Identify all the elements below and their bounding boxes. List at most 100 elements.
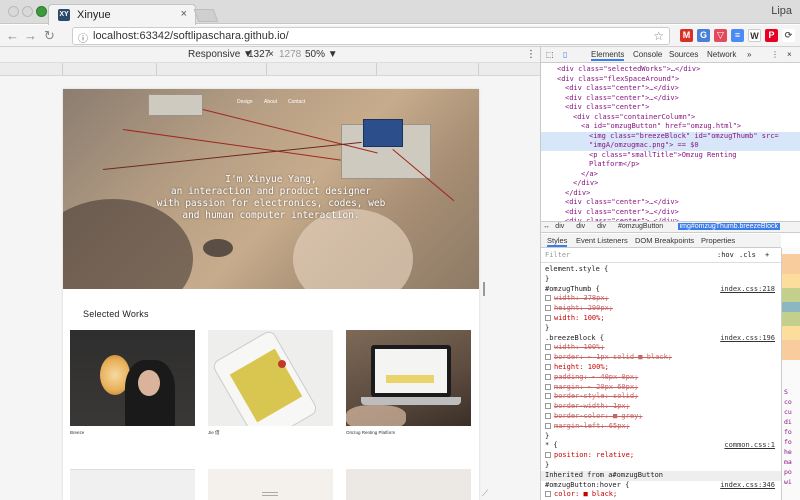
- declaration-checkbox[interactable]: [545, 393, 551, 400]
- declaration-checkbox[interactable]: [545, 364, 551, 370]
- css-declaration[interactable]: width: 100%;: [545, 314, 605, 324]
- next-work-thumbnail[interactable]: [70, 469, 195, 500]
- hov-toggle[interactable]: :hov: [717, 251, 734, 261]
- nav-about[interactable]: About: [264, 99, 277, 105]
- tab-sources[interactable]: Sources: [669, 50, 698, 59]
- css-declaration[interactable]: margin: ▸ 20px 60px;: [545, 383, 638, 393]
- dom-node[interactable]: <div class="center">…</div>: [541, 198, 800, 208]
- pocket-icon[interactable]: ▽: [714, 29, 727, 42]
- work-caption[interactable]: Jie 借: [208, 430, 333, 436]
- back-arrow-icon[interactable]: ←: [6, 28, 19, 43]
- css-declaration[interactable]: border-style: solid;: [545, 392, 638, 402]
- computed-property-label[interactable]: cu: [784, 408, 792, 416]
- css-declaration[interactable]: border-width: 1px;: [545, 402, 630, 412]
- css-declaration[interactable]: width: 378px;: [545, 294, 609, 304]
- breadcrumb-item[interactable]: #omzugButton: [618, 223, 663, 230]
- css-declaration[interactable]: padding: ▸ 40px 0px;: [545, 373, 638, 383]
- declaration-checkbox[interactable]: [545, 295, 551, 302]
- dom-node[interactable]: <div class="center">…</div>: [541, 94, 800, 104]
- work-card-jie[interactable]: Jie 借: [208, 330, 333, 436]
- nav-design[interactable]: Design: [237, 99, 253, 105]
- dom-node[interactable]: "imgA/omzugmac.png"> == $0: [541, 141, 800, 151]
- sync-icon[interactable]: ⟳: [782, 29, 795, 42]
- docs-icon[interactable]: ≡: [731, 29, 744, 42]
- browser-tab[interactable]: XY Xinyue ×: [48, 4, 196, 25]
- nav-contact[interactable]: Contact: [288, 99, 305, 105]
- dom-node[interactable]: <div class="flexSpaceAround">: [541, 75, 800, 85]
- new-rule-button[interactable]: +: [765, 251, 769, 261]
- viewport-height[interactable]: 1278: [279, 49, 301, 60]
- css-selector[interactable]: #omzugButton:hover {: [545, 481, 629, 491]
- declaration-checkbox[interactable]: [545, 491, 551, 498]
- device-toggle-icon[interactable]: ▯: [563, 50, 567, 59]
- viewport-resize-handle[interactable]: [483, 282, 485, 296]
- dom-node[interactable]: <img class="breezeBlock" id="omzugThumb"…: [541, 131, 800, 141]
- ruler-segment[interactable]: [377, 63, 479, 76]
- breadcrumb-item[interactable]: div: [597, 223, 606, 230]
- dom-node[interactable]: <div class="selectedWorks">…</div>: [541, 65, 800, 75]
- url-text[interactable]: localhost:63342/softlipaschara.github.io…: [93, 30, 289, 42]
- breadcrumb-item[interactable]: div: [576, 223, 585, 230]
- computed-property-label[interactable]: ma: [784, 458, 792, 466]
- stylesheet-link[interactable]: index.css:346: [720, 481, 775, 491]
- pinterest-icon[interactable]: P: [765, 29, 778, 42]
- work-caption[interactable]: Omzug Renting Platform: [346, 430, 471, 435]
- reload-icon[interactable]: ↻: [44, 28, 55, 44]
- device-more-icon[interactable]: ⋮: [526, 49, 536, 60]
- computed-property-label[interactable]: he: [784, 448, 792, 456]
- new-tab-button[interactable]: [193, 9, 219, 22]
- jie-thumbnail[interactable]: [208, 330, 333, 426]
- css-declaration[interactable]: border: ▸ 1px solid ■ black;: [545, 353, 672, 363]
- declaration-checkbox[interactable]: [545, 305, 551, 312]
- css-selector[interactable]: .breezeBlock {: [545, 334, 604, 344]
- translate-icon[interactable]: G: [697, 29, 710, 42]
- css-selector[interactable]: }: [545, 432, 549, 442]
- styles-filter-input[interactable]: Filter: [545, 251, 570, 261]
- dom-node[interactable]: </div>: [541, 179, 800, 189]
- ruler-segment[interactable]: [0, 63, 63, 76]
- work-card-breeze[interactable]: Breeze: [70, 330, 195, 435]
- dom-node[interactable]: <div class="center">: [541, 103, 800, 113]
- declaration-checkbox[interactable]: [545, 452, 551, 459]
- maximize-window-button[interactable]: [36, 6, 47, 17]
- css-declaration[interactable]: color: ■ black;: [545, 490, 617, 500]
- tab-close-icon[interactable]: ×: [181, 8, 187, 20]
- css-selector[interactable]: #omzugThumb {: [545, 285, 600, 295]
- computed-property-label[interactable]: S: [784, 388, 788, 396]
- work-card-omzug[interactable]: Omzug Renting Platform: [346, 330, 471, 435]
- css-selector[interactable]: element.style {: [545, 265, 608, 275]
- subtab-styles[interactable]: Styles: [547, 236, 568, 247]
- zoom-select[interactable]: 50% ▼: [305, 49, 338, 60]
- tab-network[interactable]: Network: [707, 50, 736, 59]
- tab-elements[interactable]: Elements: [591, 50, 625, 61]
- computed-property-label[interactable]: fo: [784, 438, 792, 446]
- stylesheet-link[interactable]: index.css:218: [720, 285, 775, 295]
- stylesheet-link[interactable]: common.css:1: [724, 441, 775, 451]
- stylesheet-link[interactable]: index.css:196: [720, 334, 775, 344]
- computed-property-label[interactable]: po: [784, 468, 792, 476]
- viewport-corner-resize-handle[interactable]: ⟋: [482, 488, 488, 499]
- css-declaration[interactable]: border-color: ■ grey;: [545, 412, 643, 422]
- css-declaration[interactable]: height: 100%;: [545, 363, 609, 373]
- viewport-width[interactable]: 1327: [248, 49, 270, 60]
- breadcrumb-item[interactable]: img#omzugThumb.breezeBlock: [677, 223, 781, 230]
- computed-sidebar[interactable]: Sco cu di fo fo he ma po wi: [781, 248, 800, 500]
- ruler-segment[interactable]: [157, 63, 267, 76]
- subtab-properties[interactable]: Properties: [701, 236, 735, 245]
- breadcrumb-item[interactable]: div: [555, 223, 564, 230]
- media-query-ruler[interactable]: [0, 63, 540, 76]
- omzug-thumbnail[interactable]: [346, 330, 471, 426]
- computed-property-label[interactable]: fo: [784, 428, 792, 436]
- device-mode-select[interactable]: Responsive ▼: [188, 49, 253, 60]
- ruler-segment[interactable]: [267, 63, 377, 76]
- gmail-icon[interactable]: M: [680, 29, 693, 42]
- computed-property-label[interactable]: di: [784, 418, 792, 426]
- breeze-thumbnail[interactable]: [70, 330, 195, 426]
- declaration-checkbox[interactable]: [545, 344, 551, 351]
- subtab-event-listeners[interactable]: Event Listeners: [576, 236, 628, 245]
- devtools-close-icon[interactable]: ×: [787, 50, 792, 59]
- minimize-window-button[interactable]: [22, 6, 33, 17]
- css-declaration[interactable]: height: 290px;: [545, 304, 613, 314]
- forward-arrow-icon[interactable]: →: [24, 28, 37, 43]
- next-work-thumbnail[interactable]: [346, 469, 471, 500]
